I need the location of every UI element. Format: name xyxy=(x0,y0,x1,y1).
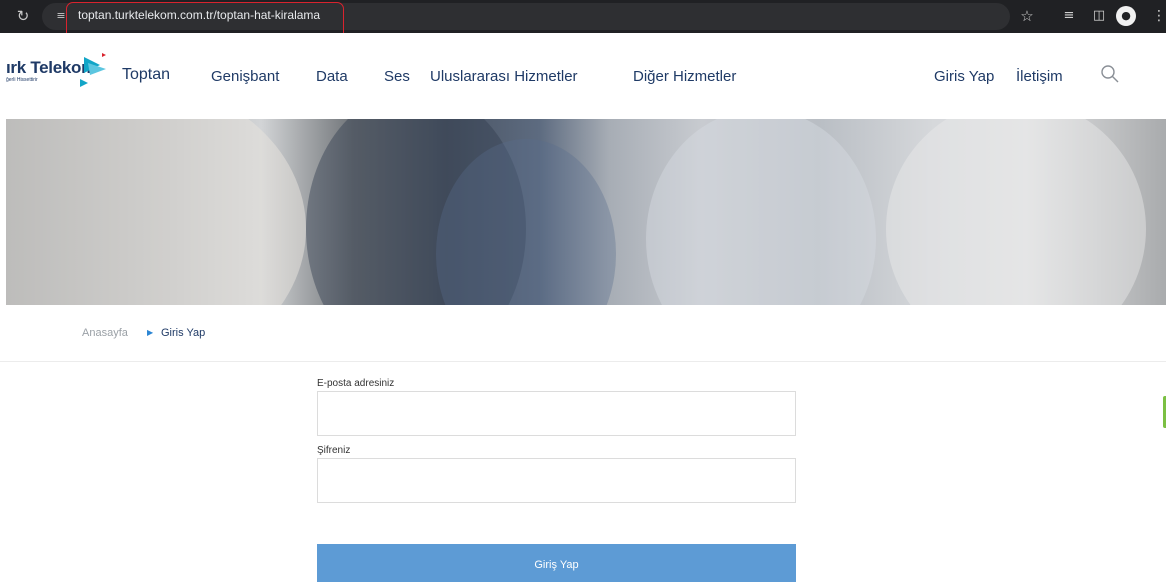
profile-icon[interactable]: ● xyxy=(1116,6,1136,26)
breadcrumb-separator-icon: ▶ xyxy=(147,328,154,337)
side-panel-icon[interactable]: ◫ xyxy=(1090,7,1108,25)
nav-giris-yap[interactable]: Giris Yap xyxy=(934,68,994,85)
nav-iletisim[interactable]: İletişim xyxy=(1016,68,1063,85)
nav-ses[interactable]: Ses xyxy=(384,68,410,85)
login-submit-button[interactable]: Giriş Yap xyxy=(317,544,796,582)
hero-banner-image xyxy=(6,119,1166,305)
breadcrumb-home-link[interactable]: Anasayfa xyxy=(82,327,128,339)
menu-icon[interactable]: ⋮ xyxy=(1150,7,1166,25)
nav-uluslararasi-hizmetler[interactable]: Uluslararası Hizmetler xyxy=(430,68,578,85)
reload-icon[interactable]: ↻ xyxy=(14,7,32,25)
email-label: E-posta adresiniz xyxy=(317,378,395,389)
email-field[interactable] xyxy=(317,391,796,436)
password-label: Şifreniz xyxy=(317,445,351,456)
bookmark-star-icon[interactable]: ☆ xyxy=(1018,7,1036,25)
logo-slogan: ğerli Hissettirir xyxy=(6,77,38,83)
nav-diger-hizmetler[interactable]: Diğer Hizmetler xyxy=(633,68,736,85)
site-header: ırk Telekom ğerli Hissettirir Toptan Gen… xyxy=(0,33,1166,119)
breadcrumb-current: Giris Yap xyxy=(161,327,206,339)
logo-toptan: Toptan xyxy=(122,66,171,83)
nav-genisbant[interactable]: Genişbant xyxy=(211,68,279,85)
logo-arrow-icon xyxy=(80,53,106,87)
breadcrumb: Anasayfa ▶ Giris Yap xyxy=(0,305,1166,362)
nav-data[interactable]: Data xyxy=(316,68,348,85)
password-field[interactable] xyxy=(317,458,796,503)
search-icon[interactable] xyxy=(1099,63,1121,85)
reading-list-icon[interactable]: ≡ xyxy=(1060,7,1078,25)
